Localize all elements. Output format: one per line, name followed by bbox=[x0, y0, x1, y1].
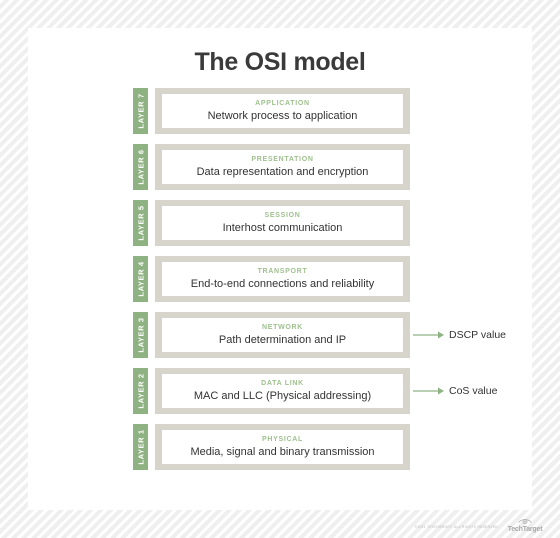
techtarget-wordmark: TechTarget bbox=[507, 526, 543, 533]
layer-tab-label: LAYER 6 bbox=[136, 149, 145, 185]
osi-layer-row: LAYER 5 SESSION Interhost communication bbox=[133, 200, 533, 246]
osi-layer-row: LAYER 3 NETWORK Path determination and IP D… bbox=[133, 312, 533, 358]
layer-tab: LAYER 7 bbox=[133, 88, 148, 134]
layer-caption: PHYSICAL bbox=[262, 435, 303, 443]
layer-tab-label: LAYER 1 bbox=[136, 429, 145, 465]
osi-layer-stack: LAYER 7 APPLICATION Network process to app… bbox=[133, 88, 533, 480]
layer-caption: DATA LINK bbox=[261, 379, 304, 387]
layer-box: PHYSICAL Media, signal and binary transmi… bbox=[162, 430, 403, 464]
layer-callout: CoS value bbox=[413, 368, 497, 414]
page-title: The OSI model bbox=[194, 48, 366, 76]
osi-layer-row: LAYER 2 DATA LINK MAC and LLC (Physical ad… bbox=[133, 368, 533, 414]
layer-frame: SESSION Interhost communication bbox=[155, 200, 410, 246]
layer-frame: NETWORK Path determination and IP bbox=[155, 312, 410, 358]
techtarget-eye-icon bbox=[518, 519, 532, 525]
layer-tab-label: LAYER 3 bbox=[136, 317, 145, 353]
layer-tab: LAYER 5 bbox=[133, 200, 148, 246]
osi-layer-row: LAYER 1 PHYSICAL Media, signal and binary … bbox=[133, 424, 533, 470]
layer-tab-label: LAYER 2 bbox=[136, 373, 145, 409]
layer-description: Data representation and encryption bbox=[196, 165, 369, 178]
techtarget-logo: TechTarget bbox=[502, 518, 548, 533]
layer-box: PRESENTATION Data representation and encr… bbox=[162, 150, 403, 184]
copyright-text: ©2021 TECHTARGET, ALL RIGHTS RESERVED bbox=[414, 525, 498, 529]
layer-frame: APPLICATION Network process to applicatio… bbox=[155, 88, 410, 134]
layer-caption: APPLICATION bbox=[255, 99, 310, 107]
content-card: The OSI model LAYER 7 APPLICATION Network … bbox=[28, 28, 532, 510]
layer-description: Interhost communication bbox=[222, 221, 343, 234]
layer-caption: TRANSPORT bbox=[257, 267, 308, 275]
layer-box: SESSION Interhost communication bbox=[162, 206, 403, 240]
layer-frame: TRANSPORT End-to-end connections and reli… bbox=[155, 256, 410, 302]
layer-tab: LAYER 4 bbox=[133, 256, 148, 302]
layer-box: TRANSPORT End-to-end connections and reli… bbox=[162, 262, 403, 296]
layer-callout: DSCP value bbox=[413, 312, 506, 358]
layer-description: Path determination and IP bbox=[218, 333, 347, 346]
layer-tab: LAYER 1 bbox=[133, 424, 148, 470]
layer-description: Network process to application bbox=[207, 109, 358, 122]
layer-tab: LAYER 2 bbox=[133, 368, 148, 414]
layer-caption: NETWORK bbox=[261, 323, 304, 331]
layer-frame: PHYSICAL Media, signal and binary transmi… bbox=[155, 424, 410, 470]
callout-arrow-icon bbox=[413, 331, 444, 339]
layer-box: DATA LINK MAC and LLC (Physical addressin… bbox=[162, 374, 403, 408]
layer-box: NETWORK Path determination and IP bbox=[162, 318, 403, 352]
osi-layer-row: LAYER 7 APPLICATION Network process to app… bbox=[133, 88, 533, 134]
callout-label: DSCP value bbox=[449, 329, 507, 341]
layer-caption: PRESENTATION bbox=[251, 155, 314, 163]
callout-arrow-icon bbox=[413, 387, 444, 395]
layer-caption: SESSION bbox=[264, 211, 301, 219]
layer-tab-label: LAYER 4 bbox=[136, 261, 145, 297]
layer-tab: LAYER 6 bbox=[133, 144, 148, 190]
footer: ©2021 TECHTARGET, ALL RIGHTS RESERVED Te… bbox=[0, 508, 560, 538]
layer-tab-label: LAYER 7 bbox=[136, 93, 145, 129]
layer-description: End-to-end connections and reliability bbox=[190, 277, 375, 290]
callout-label: CoS value bbox=[449, 385, 498, 397]
layer-frame: PRESENTATION Data representation and encr… bbox=[155, 144, 410, 190]
layer-description: MAC and LLC (Physical addressing) bbox=[193, 389, 372, 402]
layer-box: APPLICATION Network process to applicatio… bbox=[162, 94, 403, 128]
osi-layer-row: LAYER 4 TRANSPORT End-to-end connections a… bbox=[133, 256, 533, 302]
osi-layer-row: LAYER 6 PRESENTATION Data representation a… bbox=[133, 144, 533, 190]
layer-tab: LAYER 3 bbox=[133, 312, 148, 358]
layer-frame: DATA LINK MAC and LLC (Physical addressin… bbox=[155, 368, 410, 414]
layer-tab-label: LAYER 5 bbox=[136, 205, 145, 241]
layer-description: Media, signal and binary transmission bbox=[190, 445, 375, 458]
